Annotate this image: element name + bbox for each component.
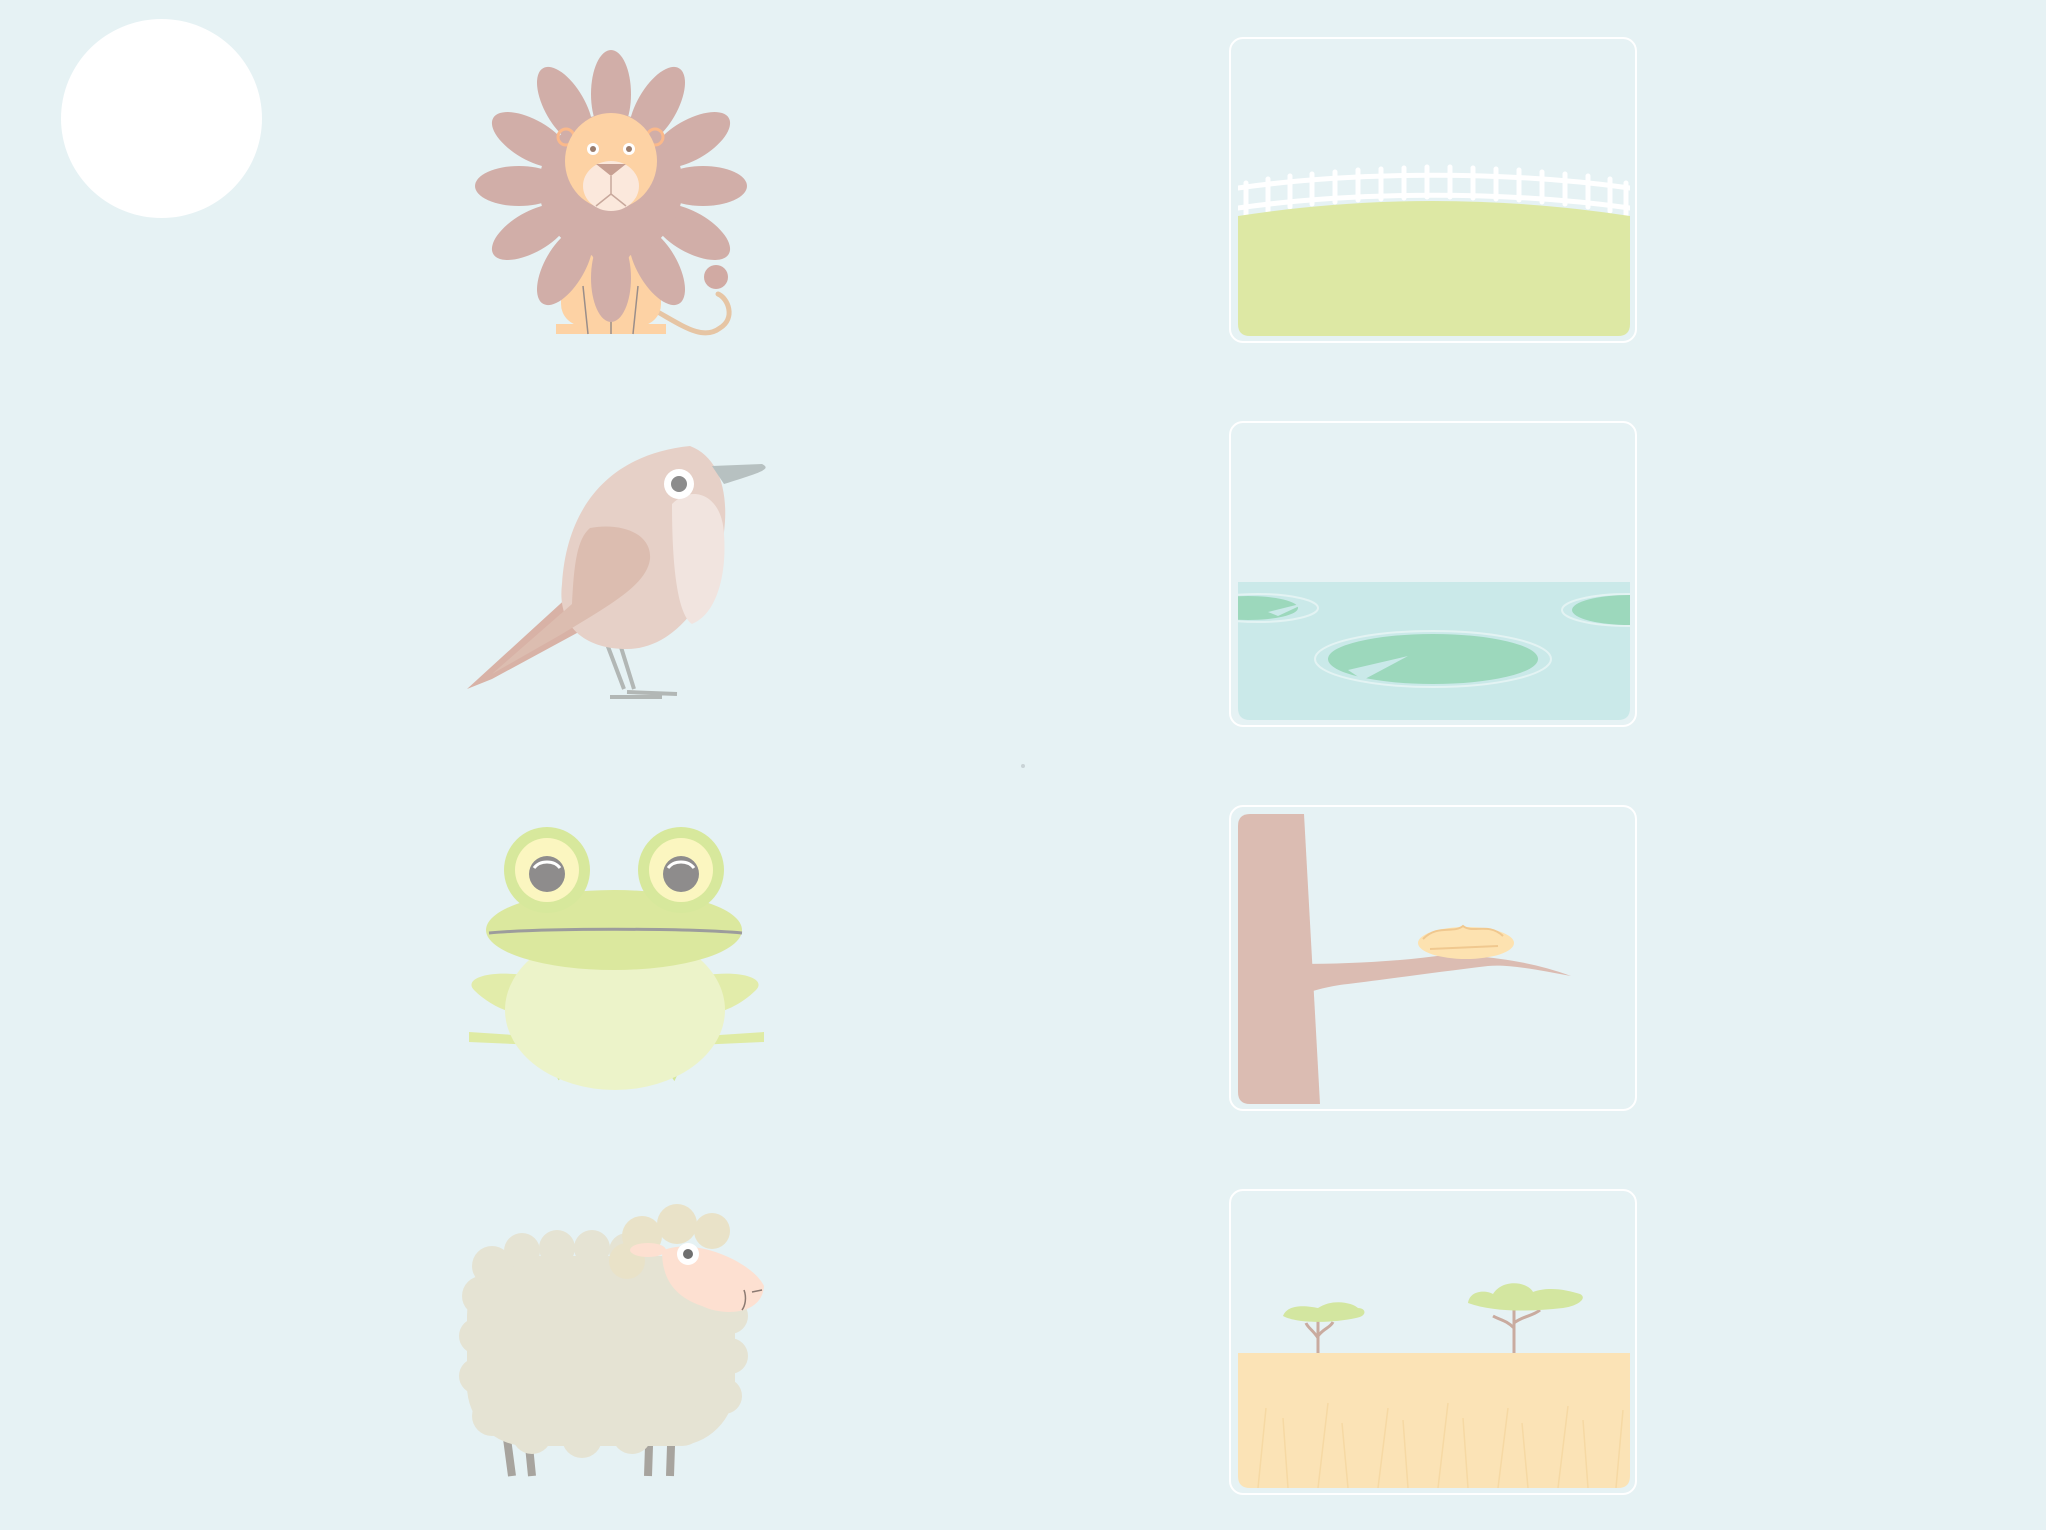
field-with-fence-icon	[1238, 164, 1630, 336]
habitat-savanna[interactable]	[1229, 1189, 1637, 1495]
sheep-icon	[459, 1204, 764, 1477]
habitat-pond[interactable]	[1229, 421, 1637, 727]
animal-sheep[interactable]	[459, 1204, 766, 1480]
tree-branch-with-nest-icon	[1238, 814, 1571, 1104]
habitat-tree-nest[interactable]	[1229, 805, 1637, 1111]
animal-bird[interactable]	[462, 444, 772, 706]
home-button[interactable]	[61, 19, 262, 218]
lion-icon	[475, 50, 747, 336]
pond-with-lily-pads-icon	[1238, 582, 1630, 720]
savanna-with-acacia-trees-icon	[1238, 1283, 1630, 1488]
animal-frog[interactable]	[464, 827, 766, 1090]
divider-dot	[1021, 764, 1025, 768]
habitat-farm-field[interactable]	[1229, 37, 1637, 343]
animal-lion[interactable]	[475, 36, 750, 344]
frog-icon	[469, 827, 764, 1090]
bird-icon	[467, 446, 766, 699]
